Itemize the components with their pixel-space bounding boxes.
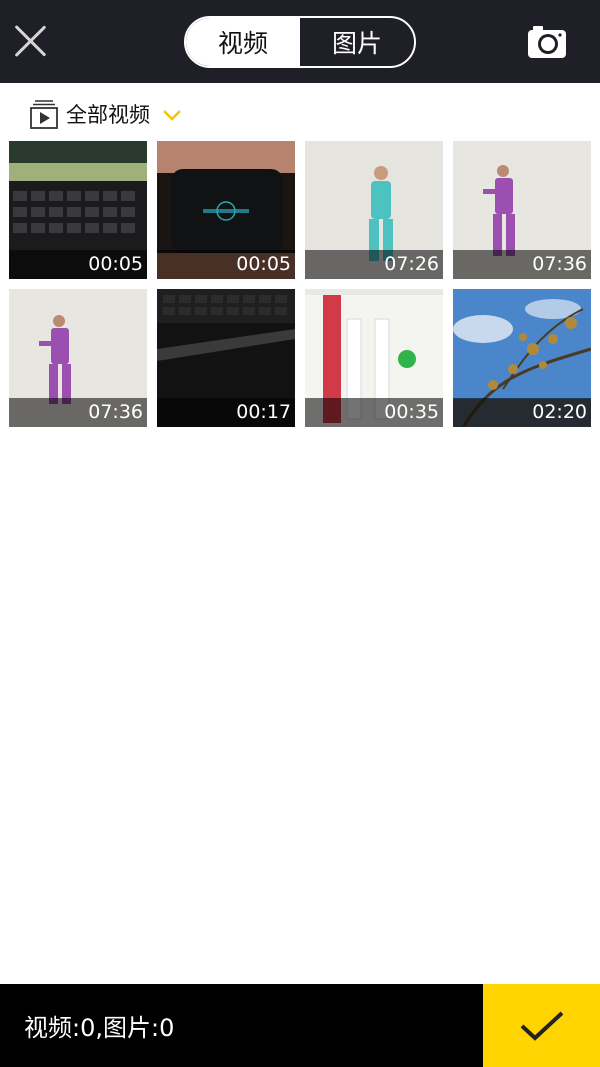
duration-label: 00:05: [88, 253, 143, 275]
duration-label: 07:36: [532, 253, 587, 275]
media-tile[interactable]: 00:05: [9, 141, 147, 279]
tab-video[interactable]: 视频: [186, 18, 300, 66]
checkmark-icon: [520, 1011, 563, 1041]
album-label: 全部视频: [66, 103, 150, 127]
media-tile[interactable]: 07:36: [453, 141, 591, 279]
media-tile[interactable]: 00:35: [305, 289, 443, 427]
tab-image[interactable]: 图片: [300, 18, 414, 66]
album-selector[interactable]: 全部视频: [30, 97, 182, 131]
media-tile[interactable]: 00:05: [157, 141, 295, 279]
confirm-button[interactable]: [483, 984, 600, 1067]
media-tile[interactable]: 00:17: [157, 289, 295, 427]
duration-label: 02:20: [532, 401, 587, 423]
duration-label: 07:36: [88, 401, 143, 423]
duration-label: 00:35: [384, 401, 439, 423]
media-tile[interactable]: 07:26: [305, 141, 443, 279]
close-icon[interactable]: [10, 20, 50, 60]
duration-label: 00:17: [236, 401, 291, 423]
video-album-icon: [30, 99, 58, 129]
selection-counter: 视频:0,图片:0: [24, 1014, 175, 1042]
top-bar: 视频 图片: [0, 0, 600, 83]
duration-label: 00:05: [236, 253, 291, 275]
chevron-down-icon: [162, 107, 182, 121]
bottom-bar: 视频:0,图片:0: [0, 984, 600, 1067]
media-tile[interactable]: 07:36: [9, 289, 147, 427]
duration-label: 07:26: [384, 253, 439, 275]
camera-icon[interactable]: [527, 24, 567, 60]
media-type-switch: 视频 图片: [184, 16, 416, 68]
media-tile[interactable]: 02:20: [453, 289, 591, 427]
